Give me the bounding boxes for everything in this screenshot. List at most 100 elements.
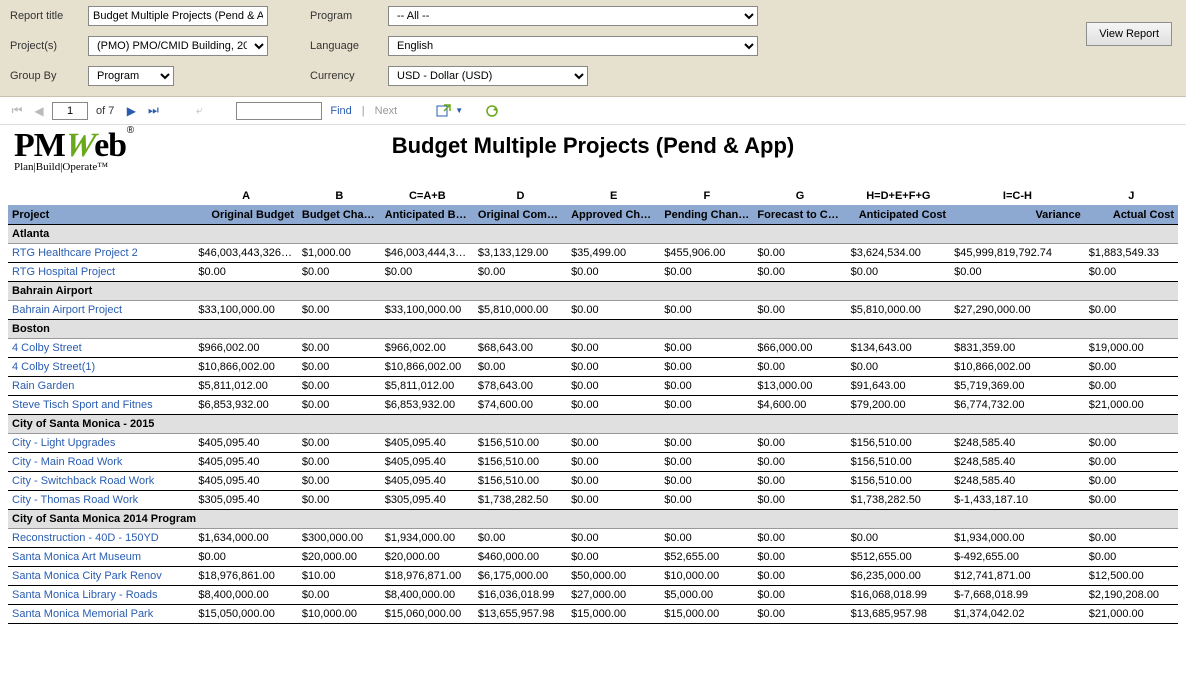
col-header: Approved Changes (567, 206, 660, 225)
col-header: Budget Changes (298, 206, 381, 225)
cell-value: $0.00 (567, 396, 660, 415)
report-title: Budget Multiple Projects (Pend & App) (14, 131, 1172, 159)
language-select[interactable]: English (388, 36, 758, 56)
cell-value: $134,643.00 (847, 339, 951, 358)
export-icon[interactable] (435, 102, 453, 120)
cell-value: $0.00 (753, 453, 846, 472)
cell-value: $10,866,002.00 (194, 358, 298, 377)
table-row: Steve Tisch Sport and Fitnes $6,853,932.0… (8, 396, 1178, 415)
find-input[interactable] (236, 102, 322, 120)
project-link[interactable]: Steve Tisch Sport and Fitnes (12, 399, 153, 411)
table-row: Rain Garden$5,811,012.00$0.00$5,811,012.… (8, 377, 1178, 396)
cell-value: $0.00 (194, 263, 298, 282)
table-row: Santa Monica Library - Roads$8,400,000.0… (8, 586, 1178, 605)
language-label: Language (310, 40, 388, 52)
cell-value: $0.00 (660, 491, 753, 510)
cell-value: $0.00 (847, 358, 951, 377)
project-link[interactable]: Santa Monica Art Museum (12, 551, 141, 563)
find-link[interactable]: Find (330, 105, 351, 117)
cell-value: $-1,433,187.10 (950, 491, 1085, 510)
cell-value: $0.00 (660, 472, 753, 491)
cell-value: $6,175,000.00 (474, 567, 567, 586)
cell-value: $10,000.00 (660, 567, 753, 586)
projects-label: Project(s) (10, 40, 88, 52)
cell-value: $5,811,012.00 (194, 377, 298, 396)
cell-value: $13,655,957.98 (474, 605, 567, 624)
table-row: RTG Healthcare Project 2$46,003,443,326.… (8, 244, 1178, 263)
table-row: 4 Colby Street(1)$10,866,002.00$0.00$10,… (8, 358, 1178, 377)
table-row: Santa Monica Art Museum$0.00$20,000.00$2… (8, 548, 1178, 567)
col-header: Original Commitments (474, 206, 567, 225)
project-link[interactable]: Santa Monica City Park Renov (12, 570, 162, 582)
project-link[interactable]: RTG Healthcare Project 2 (12, 247, 138, 259)
page-of-text: of 7 (92, 105, 118, 117)
cell-value: $966,002.00 (381, 339, 474, 358)
cell-value: $455,906.00 (660, 244, 753, 263)
project-link[interactable]: Santa Monica Memorial Park (12, 608, 153, 620)
cell-value: $15,050,000.00 (194, 605, 298, 624)
export-dropdown-icon[interactable]: ▼ (455, 106, 463, 115)
pmweb-logo: PMWeb ® Plan|Build|Operate™ (14, 127, 126, 173)
report-title-input[interactable] (88, 6, 268, 26)
project-link[interactable]: RTG Hospital Project (12, 266, 115, 278)
project-link[interactable]: Santa Monica Library - Roads (12, 589, 158, 601)
project-link[interactable]: City - Thomas Road Work (12, 494, 138, 506)
cell-value: $46,003,444,326.74 (381, 244, 474, 263)
cell-value: $0.00 (1085, 491, 1178, 510)
view-report-button[interactable]: View Report (1086, 22, 1172, 46)
cell-value: $0.00 (567, 339, 660, 358)
cell-value: $0.00 (1085, 434, 1178, 453)
groupby-select[interactable]: Program (88, 66, 174, 86)
group-row: City of Santa Monica - 2015 (8, 415, 1178, 434)
cell-value: $0.00 (1085, 453, 1178, 472)
cell-value: $2,190,208.00 (1085, 586, 1178, 605)
program-select[interactable]: -- All -- (388, 6, 758, 26)
cell-value: $0.00 (753, 605, 846, 624)
cell-value: $0.00 (1085, 529, 1178, 548)
project-link[interactable]: City - Light Upgrades (12, 437, 115, 449)
page-number-input[interactable] (52, 102, 88, 120)
cell-value: $0.00 (1085, 377, 1178, 396)
cell-value: $0.00 (381, 263, 474, 282)
cell-value: $19,000.00 (1085, 339, 1178, 358)
cell-value: $0.00 (660, 453, 753, 472)
cell-value: $0.00 (753, 301, 846, 320)
cell-value: $966,002.00 (194, 339, 298, 358)
cell-value: $156,510.00 (474, 472, 567, 491)
table-row: City - Switchback Road Work$405,095.40$0… (8, 472, 1178, 491)
cell-value: $6,853,932.00 (194, 396, 298, 415)
cell-value: $78,643.00 (474, 377, 567, 396)
cell-value: $0.00 (660, 339, 753, 358)
cell-value: $405,095.40 (381, 434, 474, 453)
project-link[interactable]: Reconstruction - 40D - 150YD (12, 532, 159, 544)
cell-value: $0.00 (298, 396, 381, 415)
cell-value: $0.00 (660, 529, 753, 548)
cell-value: $0.00 (660, 434, 753, 453)
cell-value: $300,000.00 (298, 529, 381, 548)
project-link[interactable]: 4 Colby Street(1) (12, 361, 95, 373)
cell-value: $20,000.00 (298, 548, 381, 567)
next-page-icon[interactable]: ▶ (122, 102, 140, 120)
cell-value: $305,095.40 (381, 491, 474, 510)
cell-value: $0.00 (567, 358, 660, 377)
cell-value: $16,036,018.99 (474, 586, 567, 605)
cell-value: $248,585.40 (950, 472, 1085, 491)
project-link[interactable]: City - Main Road Work (12, 456, 122, 468)
cell-value: $-492,655.00 (950, 548, 1085, 567)
project-link[interactable]: Bahrain Airport Project (12, 304, 122, 316)
last-page-icon[interactable]: ⏭ (144, 102, 162, 120)
currency-select[interactable]: USD - Dollar (USD) (388, 66, 588, 86)
project-link[interactable]: City - Switchback Road Work (12, 475, 154, 487)
project-link[interactable]: 4 Colby Street (12, 342, 82, 354)
cell-value: $831,359.00 (950, 339, 1085, 358)
projects-select[interactable]: (PMO) PMO/CMID Building, 207 - (88, 36, 268, 56)
col-header: Actual Cost (1085, 206, 1178, 225)
group-row: Bahrain Airport (8, 282, 1178, 301)
cell-value: $0.00 (567, 472, 660, 491)
cell-value: $0.00 (567, 548, 660, 567)
cell-value: $18,976,871.00 (381, 567, 474, 586)
report-header: PMWeb ® Plan|Build|Operate™ Budget Multi… (0, 125, 1186, 187)
cell-value: $0.00 (753, 263, 846, 282)
project-link[interactable]: Rain Garden (12, 380, 74, 392)
refresh-icon[interactable] (483, 102, 501, 120)
